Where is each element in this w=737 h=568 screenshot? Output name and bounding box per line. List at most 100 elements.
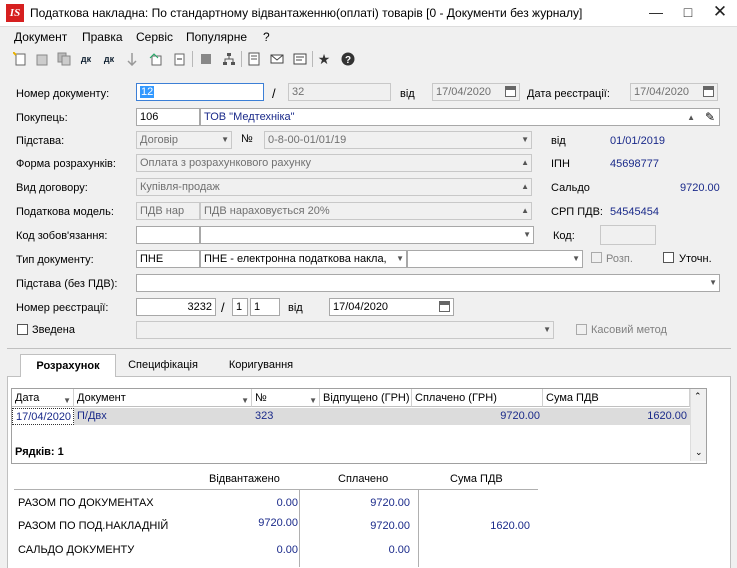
chevron-down-icon[interactable]: ▼	[572, 254, 580, 263]
chevron-up-icon: ▲	[521, 182, 529, 191]
obligation-code-input[interactable]	[136, 226, 200, 244]
cell-document[interactable]: П/Двх	[74, 408, 252, 425]
buyer-code-input[interactable]: 106	[136, 108, 200, 126]
reg-n1-input[interactable]: 1	[232, 298, 248, 316]
cell-paid[interactable]: 9720.00	[412, 408, 543, 425]
balance-value: 9720.00	[680, 182, 720, 194]
basis-label: Підстава:	[16, 135, 65, 147]
chevron-down-icon: ▼	[543, 325, 551, 334]
debit-credit-icon[interactable]: дк	[77, 50, 95, 68]
new-document-icon[interactable]	[11, 50, 29, 68]
menu-service[interactable]: Сервіс	[136, 30, 173, 44]
doc-number-input[interactable]: 12	[136, 83, 264, 101]
summary-shipped: 0.00	[276, 497, 298, 509]
utoch-label: Уточн.	[679, 253, 712, 265]
chevron-down-icon[interactable]: ▼	[709, 278, 717, 287]
chevron-up-icon[interactable]: ▲	[687, 113, 695, 122]
favorite-star-icon[interactable]: ★	[315, 50, 333, 68]
column-header-shipped[interactable]: Відпущено (ГРН)	[320, 389, 412, 407]
obligation-name-select[interactable]: ▼	[200, 226, 534, 244]
code-label: Код:	[553, 230, 575, 242]
basis-date-label: від	[551, 135, 566, 147]
stop-icon[interactable]	[197, 50, 215, 68]
menu-edit[interactable]: Правка	[82, 30, 123, 44]
toolbar: дк дк ★ ?	[0, 46, 737, 72]
srp-value: 54545454	[610, 206, 659, 218]
calendar-icon[interactable]	[439, 301, 450, 312]
reg-n2-input[interactable]: 1	[250, 298, 280, 316]
close-button[interactable]: ✕	[705, 0, 735, 26]
calculation-grid[interactable]: Дата ▼ Документ ▼ № ▼ Відпущено (ГРН) Сплач…	[11, 388, 707, 464]
export-icon[interactable]	[147, 50, 165, 68]
menu-document[interactable]: Документ	[14, 30, 67, 44]
vertical-scrollbar[interactable]: ⌃ ⌄	[690, 389, 706, 461]
ipn-value: 45698777	[610, 158, 659, 170]
chevron-down-icon[interactable]: ▼	[523, 230, 531, 239]
doc-date-field: 17/04/2020	[432, 83, 520, 101]
basis-no-vat-select[interactable]: ▼	[136, 274, 720, 292]
utoch-checkbox[interactable]	[663, 252, 674, 263]
consolidated-select: ▼	[136, 321, 554, 339]
tab-calculation[interactable]: Розрахунок	[20, 354, 116, 377]
summary-divider	[299, 489, 300, 567]
tab-specification[interactable]: Специфікація	[120, 354, 206, 376]
rozp-checkbox	[591, 252, 602, 263]
debit-credit-alt-icon[interactable]: дк	[100, 50, 118, 68]
pencil-icon[interactable]: ✎	[705, 110, 715, 124]
buyer-label: Покупець:	[16, 112, 68, 124]
import-icon[interactable]	[170, 50, 188, 68]
summary-divider	[14, 489, 538, 490]
summary-shipped: 9720.00	[258, 517, 298, 529]
calendar-icon[interactable]	[505, 86, 516, 97]
scroll-up-icon[interactable]: ⌃	[694, 391, 702, 402]
mail-icon[interactable]	[268, 50, 286, 68]
copy-icon[interactable]	[55, 50, 73, 68]
chevron-up-icon: ▲	[521, 206, 529, 215]
cell-number[interactable]: 323	[252, 408, 320, 425]
doc-type-name-select[interactable]: ПНЕ - електронна податкова накла, ▼	[200, 250, 407, 268]
payment-form-label: Форма розрахунків:	[16, 158, 116, 170]
chevron-down-icon[interactable]: ▼	[396, 254, 404, 263]
cash-method-checkbox	[576, 324, 587, 335]
chevron-up-icon: ▲	[521, 158, 529, 167]
help-icon[interactable]: ?	[339, 50, 357, 68]
svg-text:?: ?	[345, 55, 351, 66]
reg-number-input[interactable]: 3232	[136, 298, 216, 316]
buyer-name-input[interactable]: ТОВ "Медтехніка" ▲ ✎	[200, 108, 720, 126]
summary-vat: 1620.00	[490, 520, 530, 532]
move-icon[interactable]	[123, 50, 141, 68]
summary-header-paid: Сплачено	[338, 473, 389, 485]
column-header-document[interactable]: Документ ▼	[74, 389, 252, 407]
doc-number-label: Номер документу:	[16, 88, 110, 100]
menu-popular[interactable]: Популярне	[186, 30, 247, 44]
column-header-date[interactable]: Дата ▼	[12, 389, 74, 407]
consolidated-checkbox[interactable]	[17, 324, 28, 335]
doc-type-code-input[interactable]: ПНЕ	[136, 250, 200, 268]
scroll-down-icon[interactable]: ⌄	[695, 447, 703, 458]
column-header-vat[interactable]: Сума ПДВ	[543, 389, 690, 407]
tab-correction[interactable]: Коригування	[214, 354, 308, 376]
app-logo: IS	[6, 4, 24, 22]
basis-number-label: №	[241, 133, 253, 145]
window-title: Податкова накладна: По стандартному відв…	[30, 6, 583, 20]
calendar-icon[interactable]	[703, 86, 714, 97]
cell-date[interactable]: 17/04/2020	[12, 408, 74, 425]
edit-icon[interactable]	[33, 50, 51, 68]
maximize-button[interactable]: □	[673, 0, 703, 26]
reg-number-date-input[interactable]: 17/04/2020	[329, 298, 454, 316]
chevron-down-icon: ▼	[521, 135, 529, 144]
cell-vat[interactable]: 1620.00	[543, 408, 690, 425]
reg-number-date-label: від	[288, 302, 303, 314]
table-row[interactable]: 17/04/2020 П/Двх 323 9720.00 1620.00	[12, 408, 690, 425]
menu-help[interactable]: ?	[263, 30, 270, 44]
doc-type-extra-select[interactable]: ▼	[407, 250, 583, 268]
minimize-button[interactable]: —	[641, 0, 671, 26]
tree-icon[interactable]	[220, 50, 238, 68]
column-header-paid[interactable]: Сплачено (ГРН)	[412, 389, 543, 407]
cell-shipped[interactable]	[320, 408, 412, 425]
properties-icon[interactable]	[245, 50, 263, 68]
doc-type-label: Тип документу:	[16, 254, 94, 266]
card-icon[interactable]	[291, 50, 309, 68]
reg-date-label: Дата реєстрації:	[527, 88, 610, 100]
column-header-number[interactable]: № ▼	[252, 389, 320, 407]
